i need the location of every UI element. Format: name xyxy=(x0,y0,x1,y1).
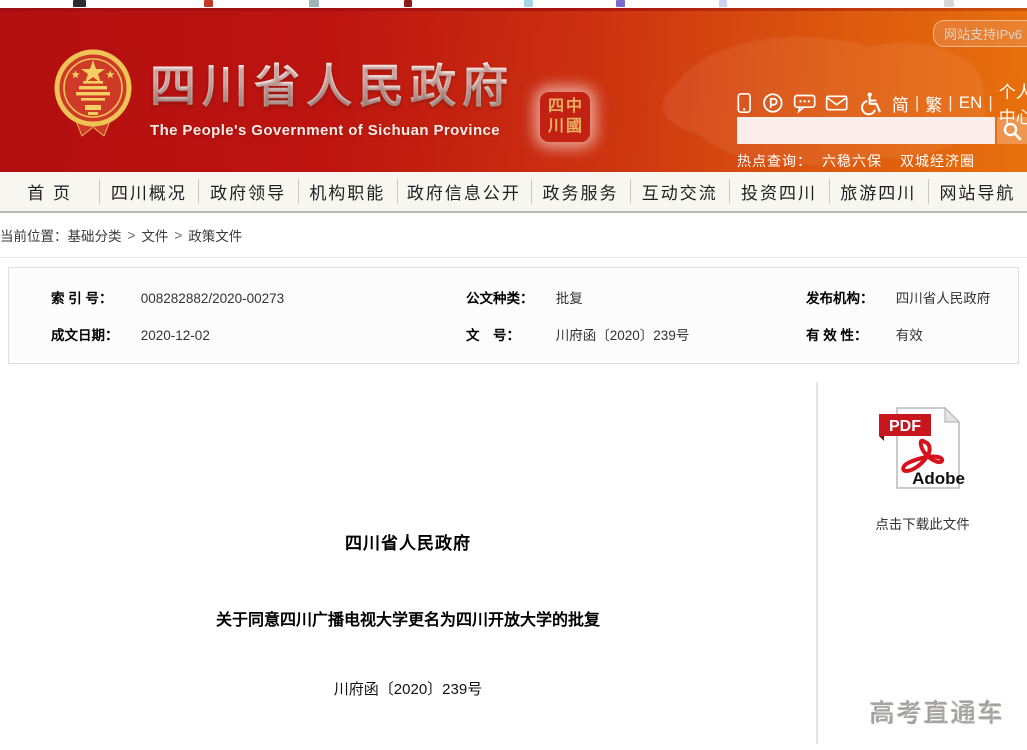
nav-item-government-info-disclosure[interactable]: 政府信息公开 xyxy=(396,175,531,208)
document-title: 关于同意四川广播电视大学更名为四川开放大学的批复 xyxy=(215,612,600,629)
search-icon xyxy=(1003,122,1022,140)
message-icon[interactable] xyxy=(793,90,816,116)
meta-value: 川府函〔2020〕239号 xyxy=(555,328,690,344)
meta-value: 四川省人民政府 xyxy=(895,290,991,306)
bookmark-icon-fragment xyxy=(524,0,533,7)
meta-label: 有 效 性： xyxy=(806,328,868,344)
search-bar xyxy=(737,117,1027,144)
lang-simplified[interactable]: 简 xyxy=(892,91,909,116)
nav-item-sichuan-overview[interactable]: 四川概况 xyxy=(99,175,198,208)
hot-search-term[interactable]: 双城经济圈 xyxy=(900,151,975,171)
bookmark-icon-fragment xyxy=(404,0,412,7)
seal-char: 國 xyxy=(565,118,582,135)
seal-char: 四 xyxy=(547,98,564,115)
nav-item-site-map[interactable]: 网站导航 xyxy=(927,175,1027,208)
nav-item-government-leaders[interactable]: 政府领导 xyxy=(198,175,297,208)
mobile-icon[interactable] xyxy=(735,90,753,116)
search-button[interactable] xyxy=(997,117,1027,144)
lang-traditional[interactable]: 繁 xyxy=(925,91,942,116)
pdf-download-button[interactable]: PDF Adobe 点击下载此文件 xyxy=(818,402,1027,533)
breadcrumb-label: 当前位置： xyxy=(0,229,68,244)
header-top-edge xyxy=(0,8,1027,11)
meta-label: 公文种类： xyxy=(466,290,534,306)
bookmark-icon-fragment xyxy=(73,0,86,7)
seal-char: 中 xyxy=(565,98,582,115)
pdf-file-icon: PDF Adobe xyxy=(878,406,965,489)
breadcrumb-link-files[interactable]: 文件 xyxy=(141,225,168,245)
meta-label: 文 号： xyxy=(466,328,520,344)
nav-item-institution-functions[interactable]: 机构职能 xyxy=(297,175,397,208)
separator: > xyxy=(127,227,136,243)
hot-search-row: 热点查询： 六稳六保 双城经济圈 xyxy=(737,151,993,171)
breadcrumb: 当前位置： 基础分类 > 文件 > 政策文件 xyxy=(0,213,1027,258)
bookmark-icon-fragment xyxy=(204,0,213,7)
document-body: 四川省人民政府 关于同意四川广播电视大学更名为四川开放大学的批复 川府函〔202… xyxy=(0,364,816,699)
meta-label: 发布机构： xyxy=(806,290,874,306)
separator: | xyxy=(948,93,953,112)
main-nav: 首 页 四川概况 政府领导 机构职能 政府信息公开 政务服务 互动交流 投资四川… xyxy=(0,172,1027,213)
meta-value: 2020-12-02 xyxy=(140,328,210,344)
meta-document-type: 公文种类： 批复 xyxy=(466,287,806,307)
site-header: 网站支持IPv6 四川省人民政府 The People's Government… xyxy=(0,8,1027,172)
document-metadata-card: 索 引 号： 008282882/2020-00273 公文种类： 批复 发布机… xyxy=(8,267,1019,364)
meta-value: 有效 xyxy=(895,328,923,344)
nav-item-interaction[interactable]: 互动交流 xyxy=(630,175,729,208)
download-caption[interactable]: 点击下载此文件 xyxy=(818,513,1027,533)
breadcrumb-link-category[interactable]: 基础分类 xyxy=(68,225,122,245)
ipv6-support-badge: 网站支持IPv6 xyxy=(932,20,1027,47)
site-title-block: 四川省人民政府 The People's Government of Sichu… xyxy=(150,50,514,139)
accessibility-icon[interactable] xyxy=(858,89,883,117)
hot-search-label: 热点查询： xyxy=(737,153,812,169)
bookmark-icon-fragment xyxy=(309,0,319,7)
document-number: 川府函〔2020〕239号 xyxy=(333,681,483,698)
browser-bookmarks-bar xyxy=(0,0,1027,8)
meta-issue-date: 成文日期： 2020-12-02 xyxy=(51,324,466,344)
nav-item-government-services[interactable]: 政务服务 xyxy=(530,175,630,208)
meta-document-number: 文 号： 川府函〔2020〕239号 xyxy=(466,324,806,344)
pdf-badge-label: PDF xyxy=(889,418,921,435)
document-issuer: 四川省人民政府 xyxy=(345,534,471,553)
site-title: 四川省人民政府 xyxy=(150,50,514,116)
bookmark-icon-fragment xyxy=(719,0,727,7)
search-input[interactable] xyxy=(737,117,995,144)
adobe-brand-label: Adobe xyxy=(912,469,965,488)
national-emblem xyxy=(54,49,132,137)
meta-label: 成文日期： xyxy=(51,328,119,344)
nav-item-travel-sichuan[interactable]: 旅游四川 xyxy=(828,175,928,208)
meta-value: 批复 xyxy=(555,290,583,306)
site-subtitle-en: The People's Government of Sichuan Provi… xyxy=(150,122,501,139)
separator: | xyxy=(914,93,920,112)
nav-item-home[interactable]: 首 页 xyxy=(0,175,99,208)
mail-icon[interactable] xyxy=(825,90,848,116)
nav-item-invest-sichuan[interactable]: 投资四川 xyxy=(729,175,828,208)
watermark: 高考直通车 xyxy=(869,700,1005,728)
bookmark-icon-fragment xyxy=(944,0,954,7)
download-side-panel: PDF Adobe 点击下载此文件 高考直通车 xyxy=(818,364,1027,750)
china-sichuan-seal-icon: 四 中 川 國 xyxy=(540,92,590,142)
p-circle-icon[interactable] xyxy=(762,90,784,116)
meta-value: 008282882/2020-00273 xyxy=(140,290,285,306)
meta-index-number: 索 引 号： 008282882/2020-00273 xyxy=(51,287,466,307)
document-content-area: 四川省人民政府 关于同意四川广播电视大学更名为四川开放大学的批复 川府函〔202… xyxy=(0,364,1027,750)
hot-search-term[interactable]: 六稳六保 xyxy=(822,151,882,171)
separator: > xyxy=(174,227,183,243)
meta-validity: 有 效 性： 有效 xyxy=(806,324,1018,344)
breadcrumb-link-policy-files[interactable]: 政策文件 xyxy=(188,225,242,245)
meta-issuing-agency: 发布机构： 四川省人民政府 xyxy=(806,287,1018,307)
seal-char: 川 xyxy=(547,118,564,135)
separator: | xyxy=(988,93,993,112)
meta-label: 索 引 号： xyxy=(51,290,113,306)
bookmark-icon-fragment xyxy=(616,0,625,7)
lang-english[interactable]: EN xyxy=(959,93,983,113)
